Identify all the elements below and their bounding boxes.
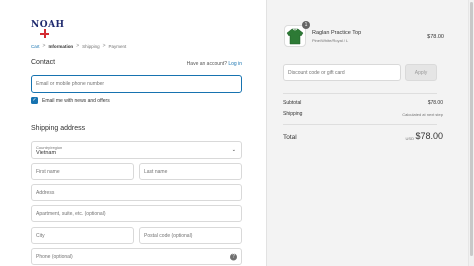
total-currency: USD (405, 136, 414, 141)
chevron-right-icon: > (76, 43, 80, 49)
country-select[interactable]: Country/region Vietnam ⌄ (31, 141, 242, 159)
phone-input[interactable]: Phone (optional) ? (31, 248, 242, 265)
email-input[interactable]: Email or mobile phone number (31, 75, 242, 93)
chevron-down-icon: ⌄ (231, 147, 236, 153)
breadcrumb-information: Information (48, 43, 74, 49)
last-name-placeholder: Last name (144, 168, 168, 175)
checkbox-checked-icon[interactable]: ✓ (31, 97, 38, 104)
first-name-placeholder: First name (36, 168, 60, 175)
total-label: Total (283, 134, 297, 141)
subtotal-label: Subtotal (283, 100, 302, 106)
product-image (284, 25, 306, 47)
city-input[interactable]: City (31, 227, 134, 244)
sweater-icon (286, 28, 304, 45)
quantity-badge: 1 (302, 21, 310, 29)
shipping-label: Shipping (283, 111, 303, 117)
phone-placeholder: Phone (optional) (36, 253, 73, 260)
email-placeholder: Email or mobile phone number (36, 81, 105, 87)
breadcrumb-shipping: Shipping (82, 43, 100, 49)
address-placeholder: Address (36, 189, 55, 196)
cross-icon (40, 29, 49, 38)
postal-code-input[interactable]: Postal code (optional) (139, 227, 242, 244)
checkout-form-panel: NOAH Cart > Information > Shipping > Pay… (0, 0, 266, 266)
breadcrumb: Cart > Information > Shipping > Payment (31, 43, 126, 49)
product-name: Raglan Practice Top (312, 30, 362, 36)
page-scrollbar[interactable] (468, 0, 474, 266)
apply-discount-button[interactable]: Apply (405, 64, 437, 81)
summary-divider (283, 124, 437, 125)
total-value: $78.00 (415, 131, 443, 141)
address-input[interactable]: Address (31, 184, 242, 201)
discount-code-input[interactable]: Discount code or gift card (283, 64, 401, 81)
summary-divider (283, 93, 437, 94)
login-link[interactable]: Log in (228, 61, 242, 67)
breadcrumb-cart[interactable]: Cart (31, 44, 40, 49)
last-name-input[interactable]: Last name (139, 163, 242, 180)
newsletter-label: Email me with news and offers (42, 97, 110, 104)
apartment-placeholder: Apartment, suite, etc. (optional) (36, 210, 106, 217)
city-placeholder: City (36, 232, 45, 239)
postal-placeholder: Postal code (optional) (144, 232, 193, 239)
product-price: $78.00 (427, 34, 444, 40)
shipping-address-title: Shipping address (31, 125, 86, 132)
shipping-value: Calculated at next step (402, 112, 443, 117)
scrollbar-thumb[interactable] (470, 2, 473, 256)
product-variant: Pine/White/Royal / L (312, 38, 349, 43)
country-value: Vietnam (36, 149, 57, 156)
newsletter-option[interactable]: ✓ Email me with news and offers (31, 97, 110, 104)
chevron-right-icon: > (42, 43, 46, 49)
account-prompt-text: Have an account? (186, 61, 227, 67)
first-name-input[interactable]: First name (31, 163, 134, 180)
chevron-right-icon: > (102, 43, 106, 49)
noah-logo[interactable]: NOAH (31, 18, 64, 40)
discount-placeholder: Discount code or gift card (288, 69, 345, 76)
help-icon[interactable]: ? (230, 253, 237, 260)
contact-title: Contact (31, 59, 56, 66)
breadcrumb-payment: Payment (108, 43, 127, 49)
account-prompt: Have an account? Log in (187, 61, 242, 67)
subtotal-value: $78.00 (427, 100, 443, 106)
apartment-input[interactable]: Apartment, suite, etc. (optional) (31, 205, 242, 222)
